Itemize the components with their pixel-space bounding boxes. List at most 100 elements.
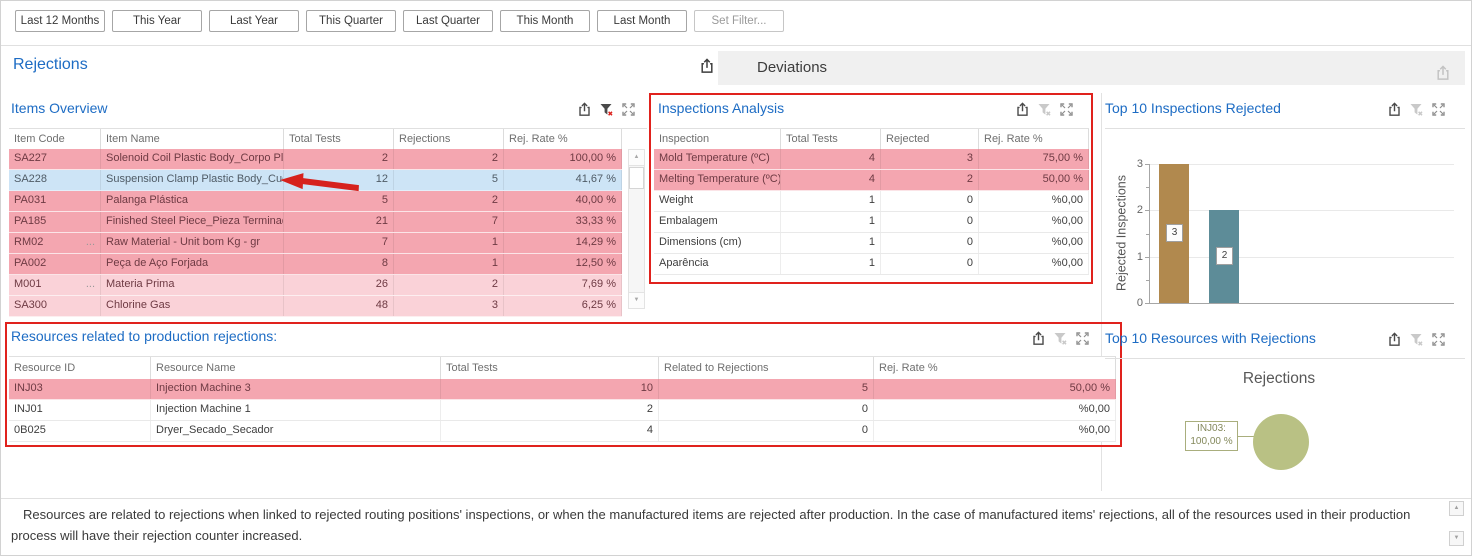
column-header[interactable]: Item Name <box>101 129 284 149</box>
filter-button-last-12-months[interactable]: Last 12 Months <box>15 10 105 32</box>
table-row[interactable]: RM02...Raw Material - Unit bom Kg - gr71… <box>9 233 622 254</box>
table-header-row: Item CodeItem NameTotal TestsRejectionsR… <box>9 129 622 149</box>
table-row[interactable]: INJ01Injection Machine 120%0,00 <box>9 400 1116 421</box>
table-cell: 3 <box>881 149 979 169</box>
table-cell: Embalagem <box>654 212 781 232</box>
scroll-down-button[interactable]: ▼ <box>629 292 644 308</box>
table-cell: Materia Prima <box>101 275 284 295</box>
column-header[interactable]: Rej. Rate % <box>874 357 1116 379</box>
table-row[interactable]: SA227Solenoid Coil Plastic Body_Corpo Pl… <box>9 149 622 170</box>
table-cell: 0 <box>659 400 874 420</box>
column-header[interactable]: Inspection <box>654 129 781 149</box>
table-cell: 1 <box>781 254 881 274</box>
filter-button-last-month[interactable]: Last Month <box>597 10 687 32</box>
table-row[interactable]: Weight10%0,00 <box>654 191 1089 212</box>
table-row[interactable]: Embalagem10%0,00 <box>654 212 1089 233</box>
column-header[interactable]: Rejected <box>881 129 979 149</box>
export-icon[interactable] <box>1031 331 1046 346</box>
bar-value-label: 2 <box>1216 247 1233 265</box>
table-cell: Injection Machine 3 <box>151 379 441 399</box>
column-header[interactable]: Rej. Rate % <box>504 129 622 149</box>
table-row[interactable]: Mold Temperature (ºC)4375,00 % <box>654 149 1089 170</box>
export-icon[interactable] <box>699 58 715 74</box>
table-header-row: InspectionTotal TestsRejectedRej. Rate % <box>654 129 1089 149</box>
column-header[interactable]: Item Code <box>9 129 101 149</box>
table-cell: INJ01 <box>9 400 151 420</box>
table-cell: %0,00 <box>874 421 1116 441</box>
bar-chart-plot-area: 32 <box>1149 164 1454 304</box>
export-icon[interactable] <box>699 58 715 74</box>
items-overview-title: Items Overview <box>11 100 107 116</box>
set-filter-button[interactable]: Set Filter... <box>694 10 784 32</box>
table-row[interactable]: M001...Materia Prima2627,69 % <box>9 275 622 296</box>
inspections-analysis-title: Inspections Analysis <box>658 100 784 116</box>
filter-button-last-year[interactable]: Last Year <box>209 10 299 32</box>
filter-button-this-year[interactable]: This Year <box>112 10 202 32</box>
table-cell: 26 <box>284 275 394 295</box>
table-row[interactable]: INJ03Injection Machine 310550,00 % <box>9 379 1116 400</box>
table-cell: %0,00 <box>979 233 1089 253</box>
items-table-scrollbar[interactable]: ▲ ▼ <box>628 149 645 309</box>
table-cell: 2 <box>881 170 979 190</box>
axis-tick-label: 1 <box>1123 251 1143 263</box>
axis-tick <box>1145 257 1149 258</box>
scroll-up-button[interactable]: ▲ <box>629 150 644 166</box>
table-cell: Weight <box>654 191 781 211</box>
table-row[interactable]: 0B025Dryer_Secado_Secador40%0,00 <box>9 421 1116 442</box>
axis-tick-label: 3 <box>1123 158 1143 170</box>
table-cell: SA300 <box>9 296 101 316</box>
export-icon[interactable] <box>1015 102 1030 117</box>
column-header[interactable]: Resource ID <box>9 357 151 379</box>
table-cell: SA228 <box>9 170 101 190</box>
pie-slice[interactable] <box>1253 414 1309 470</box>
table-row[interactable]: SA300Chlorine Gas4836,25 % <box>9 296 622 317</box>
column-header[interactable]: Rejections <box>394 129 504 149</box>
column-header[interactable]: Resource Name <box>151 357 441 379</box>
axis-minor-tick <box>1146 234 1149 235</box>
export-icon[interactable] <box>1435 60 1451 76</box>
expand-icon[interactable] <box>621 102 636 117</box>
filter-button-last-quarter[interactable]: Last Quarter <box>403 10 493 32</box>
column-header[interactable]: Related to Rejections <box>659 357 874 379</box>
table-cell: 0 <box>881 254 979 274</box>
table-cell: Raw Material - Unit bom Kg - gr <box>101 233 284 253</box>
clear-filter-icon[interactable] <box>1037 102 1052 117</box>
filter-button-this-quarter[interactable]: This Quarter <box>306 10 396 32</box>
axis-tick <box>1145 210 1149 211</box>
gridline <box>1150 257 1454 258</box>
table-row[interactable]: Melting Temperature (ºC)4250,00 % <box>654 170 1089 191</box>
column-header[interactable]: Total Tests <box>441 357 659 379</box>
scroll-down-button[interactable]: ▼ <box>1449 531 1464 546</box>
table-header-row: Resource IDResource NameTotal TestsRelat… <box>9 357 1116 379</box>
export-icon[interactable] <box>1435 65 1451 81</box>
truncation-ellipsis: ... <box>86 233 95 253</box>
filter-button-this-month[interactable]: This Month <box>500 10 590 32</box>
table-cell: SA227 <box>9 149 101 169</box>
scroll-up-button[interactable]: ▲ <box>1449 501 1464 516</box>
table-cell: %0,00 <box>979 254 1089 274</box>
column-header[interactable]: Total Tests <box>781 129 881 149</box>
tab-rejections[interactable]: Rejections <box>13 56 88 74</box>
clear-filter-icon[interactable] <box>599 102 614 117</box>
table-cell: 5 <box>659 379 874 399</box>
table-cell: 1 <box>781 233 881 253</box>
table-row[interactable]: Aparência10%0,00 <box>654 254 1089 275</box>
table-cell: 7 <box>394 212 504 232</box>
table-row[interactable]: Dimensions (cm)10%0,00 <box>654 233 1089 254</box>
table-row[interactable]: PA185Finished Steel Piece_Pieza Terminad… <box>9 212 622 233</box>
scroll-thumb[interactable] <box>629 167 644 189</box>
column-header[interactable]: Rej. Rate % <box>979 129 1089 149</box>
table-cell: Finished Steel Piece_Pieza Terminad... <box>101 212 284 232</box>
expand-icon[interactable] <box>1075 331 1090 346</box>
table-cell: 0 <box>881 212 979 232</box>
bar-chart: Rejected Inspections 32 0123 <box>1105 96 1465 316</box>
table-row[interactable]: PA002Peça de Aço Forjada8112,50 % <box>9 254 622 275</box>
table-row[interactable]: PA031Palanga Plástica5240,00 % <box>9 191 622 212</box>
column-header[interactable]: Total Tests <box>284 129 394 149</box>
clear-filter-icon[interactable] <box>1053 331 1068 346</box>
table-cell: 2 <box>284 149 394 169</box>
table-cell: 2 <box>394 191 504 211</box>
expand-icon[interactable] <box>1059 102 1074 117</box>
tab-deviations[interactable]: Deviations <box>718 51 1465 85</box>
export-icon[interactable] <box>577 102 592 117</box>
